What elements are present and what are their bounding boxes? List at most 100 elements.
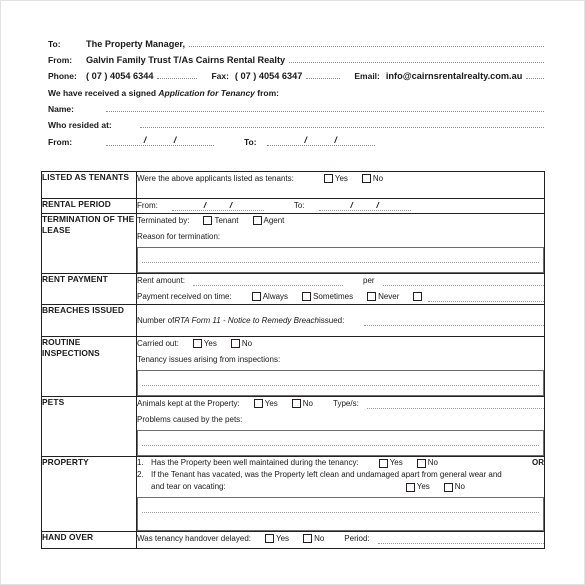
- letter-header: To: The Property Manager, From: Galvin F…: [48, 37, 544, 150]
- payment-sometimes-checkbox[interactable]: [302, 292, 312, 301]
- pets-no-checkbox[interactable]: [291, 399, 301, 408]
- inspections-textbox-line: [142, 377, 539, 386]
- category-rental-period: RENTAL PERIOD: [41, 198, 137, 214]
- rental-period-from-field[interactable]: / /: [171, 200, 264, 211]
- table-row-rent-payment: RENT PAYMENT Rent amount: per Payment re…: [41, 273, 545, 305]
- payment-never-checkbox[interactable]: [367, 292, 377, 301]
- category-hand-over: HAND OVER: [41, 531, 137, 549]
- property-item-2-text-cont: and tear on vacating:: [151, 482, 226, 491]
- property-item-2: 2. If the Tenant has vacated, was the Pr…: [137, 469, 544, 481]
- resided-at-input-line[interactable]: [140, 118, 544, 128]
- property-item-1: 1. Has the Property been well maintained…: [137, 457, 544, 469]
- name-input-line[interactable]: [106, 102, 544, 112]
- table-row-termination: TERMINATION OF THE LEASE Terminated by: …: [41, 213, 545, 274]
- pets-no-label: No: [302, 399, 314, 408]
- inspections-issues-textbox[interactable]: [137, 370, 544, 396]
- inspections-yes-checkbox[interactable]: [192, 339, 202, 348]
- terminated-by-agent-checkbox[interactable]: [252, 216, 262, 225]
- pets-problems-textbox[interactable]: [137, 430, 544, 456]
- property-or-label: OR: [532, 458, 544, 467]
- reason-for-termination-label: Reason for termination:: [137, 232, 221, 241]
- category-termination-of-lease: TERMINATION OF THE LEASE: [41, 213, 137, 274]
- rent-amount-input-line[interactable]: [193, 276, 344, 286]
- pets-yes-checkbox[interactable]: [253, 399, 263, 408]
- hand-over-period-input-line[interactable]: [377, 534, 544, 544]
- reason-textbox-line: [142, 254, 539, 263]
- email-label: Email:: [354, 71, 380, 81]
- pets-types-input-line[interactable]: [366, 399, 544, 409]
- rental-period-to-field[interactable]: / /: [318, 200, 411, 211]
- listed-as-tenants-question: Were the above applicants listed as tena…: [137, 174, 294, 183]
- rent-per-label: per: [363, 276, 375, 285]
- property-item-2-number: 2.: [137, 470, 144, 479]
- rental-from-slash-2: /: [229, 200, 233, 210]
- from-date-slash-1: /: [143, 135, 147, 145]
- from-date-slash-2: /: [173, 135, 177, 145]
- payment-always-label: Always: [262, 292, 289, 301]
- property-maintained-yes-label: Yes: [389, 458, 403, 467]
- category-breaches-issued: BREACHES ISSUED: [41, 304, 137, 337]
- rent-per-input-line[interactable]: [382, 276, 544, 286]
- email-value: info@cairnsrentalrealty.com.au: [385, 71, 523, 81]
- payment-other-input-line[interactable]: [428, 292, 544, 302]
- rental-to-slash-1: /: [350, 200, 353, 210]
- property-vacated-yes-checkbox[interactable]: [405, 482, 415, 492]
- phone-dotted-line: [157, 69, 198, 79]
- cell-rental-period: From: / / To: / /: [136, 198, 545, 214]
- category-routine-inspections: ROUTINE INSPECTIONS: [41, 336, 137, 397]
- payment-other-checkbox[interactable]: [413, 292, 423, 301]
- breaches-text-prefix: Number of: [137, 316, 175, 325]
- payment-on-time-label: Payment received on time:: [137, 292, 232, 301]
- listed-tenants-no-checkbox[interactable]: [361, 174, 371, 183]
- payment-always-checkbox[interactable]: [251, 292, 261, 301]
- property-vacated-no-checkbox[interactable]: [443, 482, 453, 492]
- hand-over-no-checkbox[interactable]: [303, 534, 313, 543]
- breaches-count-input-line[interactable]: [364, 316, 544, 326]
- property-item-2-continuation: and tear on vacating: Yes No: [137, 481, 544, 493]
- property-item-2-body: If the Tenant has vacated, was the Prope…: [151, 469, 544, 481]
- from-date-field[interactable]: / /: [106, 134, 214, 146]
- cell-hand-over: Was tenancy handover delayed: Yes No Per…: [136, 531, 545, 549]
- hand-over-yes-checkbox[interactable]: [265, 534, 274, 543]
- inspections-issues-label: Tenancy issues arising from inspections:: [137, 355, 281, 364]
- tenancy-reference-table: LISTED AS TENANTS Were the above applica…: [41, 171, 545, 549]
- pets-animals-label: Animals kept at the Property:: [137, 399, 240, 408]
- cell-pets: Animals kept at the Property: Yes No Typ…: [136, 396, 545, 457]
- hand-over-question: Was tenancy handover delayed:: [137, 534, 251, 543]
- to-date-field[interactable]: / /: [266, 134, 375, 146]
- cell-routine-inspections: Carried out: Yes No Tenancy issues arisi…: [136, 336, 545, 397]
- header-row-name: Name:: [48, 102, 544, 118]
- received-suffix: from:: [254, 88, 280, 98]
- terminated-by-row: Terminated by: Tenant Agent: [137, 214, 544, 227]
- table-row-routine-inspections: ROUTINE INSPECTIONS Carried out: Yes No …: [41, 336, 545, 397]
- email-dotted-line: [526, 69, 544, 79]
- from-dotted-line: [289, 53, 544, 63]
- listed-tenants-no-label: No: [372, 174, 384, 183]
- inspections-no-checkbox[interactable]: [230, 339, 240, 348]
- property-maintained-no-label: No: [427, 458, 438, 467]
- pets-types-label: Type/s:: [333, 399, 359, 408]
- pets-problems-row: Problems caused by the pets:: [137, 413, 544, 426]
- pets-yes-label: Yes: [264, 399, 278, 408]
- property-item-2-text: If the Tenant has vacated, was the Prope…: [151, 470, 502, 479]
- rent-amount-row: Rent amount: per: [137, 274, 544, 287]
- breaches-text-suffix: issued:: [319, 316, 345, 325]
- listed-tenants-yes-checkbox[interactable]: [323, 174, 333, 183]
- breaches-text-italic: RTA Form 11 - Notice to Remedy Breach: [174, 316, 319, 325]
- reason-for-termination-textbox[interactable]: [137, 247, 544, 273]
- property-maintained-yes-checkbox[interactable]: [378, 458, 388, 468]
- hand-over-period-label: Period:: [344, 534, 370, 543]
- from-date-label: From:: [48, 137, 73, 147]
- inspections-yes-label: Yes: [203, 339, 217, 348]
- payment-on-time-row: Payment received on time: Always Sometim…: [137, 290, 544, 303]
- rental-period-row: From: / / To: / /: [137, 199, 544, 212]
- table-row-breaches-issued: BREACHES ISSUED Number of RTA Form 11 - …: [41, 304, 545, 337]
- property-comments-textbox[interactable]: [137, 497, 544, 531]
- rent-amount-label: Rent amount:: [137, 276, 186, 285]
- property-maintained-no-checkbox[interactable]: [416, 458, 426, 468]
- payment-never-label: Never: [378, 292, 400, 301]
- table-row-property: PROPERTY 1. Has the Property been well m…: [41, 456, 545, 532]
- rental-period-from-label: From:: [137, 201, 158, 210]
- terminated-by-tenant-checkbox[interactable]: [203, 216, 213, 225]
- to-dotted-line: [189, 37, 544, 47]
